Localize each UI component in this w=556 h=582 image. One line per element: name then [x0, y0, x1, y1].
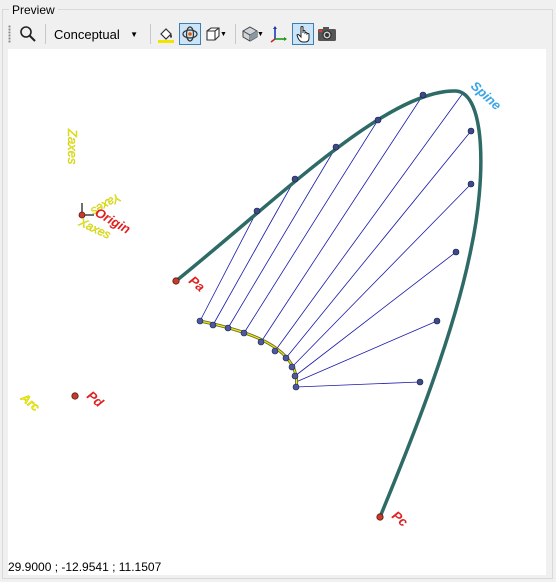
toolbar-separator	[235, 24, 236, 44]
orbit-icon	[182, 26, 198, 42]
geometry-scene: Zaxes Yaxes Xaxes Origin Spine Pa Pc Pd …	[17, 78, 504, 530]
fill-button[interactable]	[155, 23, 177, 45]
select-pointer-button[interactable]	[292, 23, 314, 45]
chevron-down-icon: ▼	[220, 30, 227, 38]
toolbar-separator	[150, 24, 151, 44]
point-pa[interactable]	[172, 277, 180, 285]
orbit-button[interactable]	[179, 23, 201, 45]
chevron-down-icon: ▼	[130, 29, 138, 39]
origin-axis-system[interactable]: Zaxes Yaxes Xaxes Origin	[65, 128, 133, 242]
toolbar-separator	[45, 24, 46, 44]
hand-pointer-icon	[296, 26, 310, 43]
view-cube-icon	[206, 27, 220, 41]
capture-button[interactable]	[316, 23, 338, 45]
label-pd: Pd	[84, 388, 107, 411]
view-cube-button[interactable]: ▼	[203, 23, 229, 45]
point-pd[interactable]	[71, 392, 79, 400]
axis-label-z: Zaxes	[65, 128, 80, 165]
fill-icon	[158, 28, 174, 43]
camera-icon	[318, 27, 336, 41]
coordinates-readout: 29.9000 ; -12.9541 ; 11.1507	[8, 560, 162, 574]
preview-title: Preview	[9, 3, 58, 17]
label-arc: Arc	[17, 390, 42, 414]
axes-icon	[270, 26, 287, 43]
zoom-button[interactable]	[17, 23, 39, 45]
zoom-icon	[20, 26, 36, 42]
preview-viewport[interactable]: Zaxes Yaxes Xaxes Origin Spine Pa Pc Pd …	[8, 49, 546, 575]
arc-curve	[199, 319, 299, 388]
label-pc: Pc	[389, 508, 411, 530]
spine-curve	[174, 89, 483, 519]
visual-style-select[interactable]: Conceptual ▼	[50, 24, 142, 44]
render-mode-icon	[242, 26, 258, 42]
toolbar-grip[interactable]	[8, 25, 11, 43]
chevron-down-icon: ▼	[257, 30, 264, 38]
render-mode-button[interactable]: ▼	[240, 23, 266, 45]
visual-style-value: Conceptual	[54, 26, 120, 42]
point-pc[interactable]	[376, 513, 384, 521]
spine-handles	[253, 91, 475, 386]
preview-toolbar: Conceptual ▼ ▼ ▼	[8, 22, 548, 46]
label-pa: Pa	[186, 273, 208, 295]
axes-button[interactable]	[268, 23, 290, 45]
ruling-lines	[199, 92, 472, 388]
